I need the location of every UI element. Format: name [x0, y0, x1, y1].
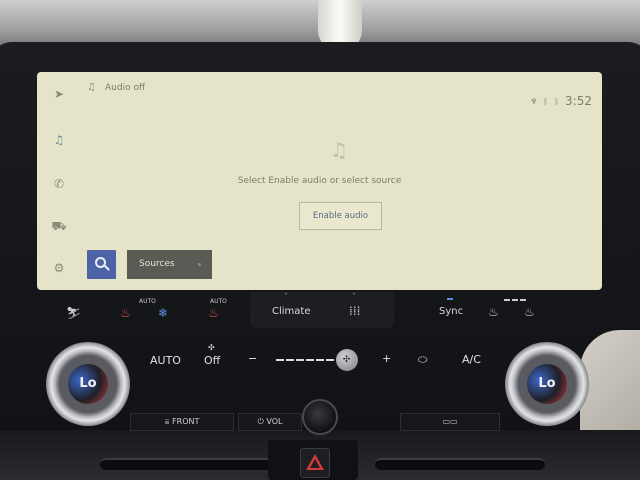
fan-speed-handle[interactable]: ✣: [335, 349, 358, 371]
music-note-icon: ♫: [330, 138, 348, 162]
bluetooth-icon: ᛒ: [554, 96, 560, 106]
infotainment-screen: ➤ ♫ ✆ ⛟ ⚙ ♫ Audio off ♆ ᛒ ᛒ 3:52 ♫ Selec…: [37, 72, 602, 290]
seat-heater-icon[interactable]: ♨: [120, 306, 131, 320]
enable-audio-button[interactable]: Enable audio: [299, 202, 382, 230]
bluetooth-icon: ᛒ: [543, 96, 549, 106]
auto-indicator: AUTO: [210, 298, 227, 305]
status-bar: ♆ ᛒ ᛒ 3:52: [530, 94, 592, 108]
media-button[interactable]: ▭▭: [400, 413, 500, 431]
left-temperature-face: Lo: [68, 364, 108, 404]
fan-increase-button[interactable]: +: [382, 352, 391, 365]
seat-ventilation-icon[interactable]: ❄: [158, 306, 168, 320]
level-dash: [504, 299, 510, 301]
chevron-up-icon: ˄: [352, 292, 356, 301]
auto-button[interactable]: AUTO: [150, 354, 181, 367]
seat-recline-icon[interactable]: ⛷: [66, 306, 81, 320]
sources-label: Sources: [139, 259, 175, 269]
auto-indicator: AUTO: [139, 298, 156, 305]
right-temperature-value: Lo: [538, 376, 556, 391]
vol-label: VOL: [266, 417, 283, 426]
power-vol-button[interactable]: ⏻ VOL: [238, 413, 302, 431]
seat-heater-icon[interactable]: ♨: [488, 305, 499, 319]
chevron-up-icon: ˄: [284, 292, 288, 301]
fan-decrease-button[interactable]: −: [248, 352, 257, 365]
sources-button[interactable]: Sources: [127, 250, 212, 279]
sync-indicator: [447, 298, 453, 300]
level-dash: [520, 299, 526, 301]
fan-off-button[interactable]: Off: [204, 354, 220, 367]
climate-button[interactable]: Climate: [272, 306, 310, 317]
search-icon-handle: [104, 265, 110, 271]
defrost-icon: ⩸: [164, 417, 170, 426]
fan-off-icon: ✣: [208, 343, 215, 352]
sync-button[interactable]: Sync: [439, 306, 463, 317]
right-temperature-face: Lo: [527, 364, 567, 404]
music-note-icon[interactable]: ♫: [51, 132, 67, 148]
level-dash: [512, 299, 518, 301]
steering-heater-icon[interactable]: ♨: [208, 306, 219, 320]
screen-icon: ▭▭: [442, 417, 458, 426]
recirculation-icon[interactable]: ⬭: [418, 353, 427, 367]
search-button[interactable]: [87, 250, 116, 279]
power-icon: ⏻: [257, 417, 264, 426]
grid-menu-icon[interactable]: ⁞⁞⁞: [349, 304, 360, 318]
music-note-icon: ♫: [87, 82, 96, 93]
indicator-dot: [198, 263, 201, 266]
audio-status: Audio off: [105, 83, 146, 93]
clock: 3:52: [565, 94, 592, 108]
navigation-arrow-icon[interactable]: ➤: [51, 86, 67, 102]
left-temperature-value: Lo: [79, 376, 97, 391]
settings-gear-icon[interactable]: ⚙: [51, 260, 67, 276]
front-defrost-button[interactable]: ⩸ FRONT: [130, 413, 234, 431]
seat-heater-icon[interactable]: ♨: [524, 305, 535, 319]
microphone-icon: ♆: [530, 96, 538, 106]
audio-message: Select Enable audio or select source: [237, 176, 402, 186]
front-label: FRONT: [172, 417, 200, 426]
air-vent-right: [375, 458, 545, 470]
climate-strip: ⛷ ♨ AUTO ❄ AUTO ♨ ˄ Climate ˄ ⁞⁞⁞ Sync ♨…: [40, 292, 608, 338]
car-icon[interactable]: ⛟: [51, 218, 67, 234]
ac-button[interactable]: A/C: [462, 353, 481, 366]
hazard-icon: [306, 454, 324, 470]
volume-knob[interactable]: [302, 399, 338, 435]
left-temperature-dial[interactable]: Lo: [46, 342, 130, 426]
